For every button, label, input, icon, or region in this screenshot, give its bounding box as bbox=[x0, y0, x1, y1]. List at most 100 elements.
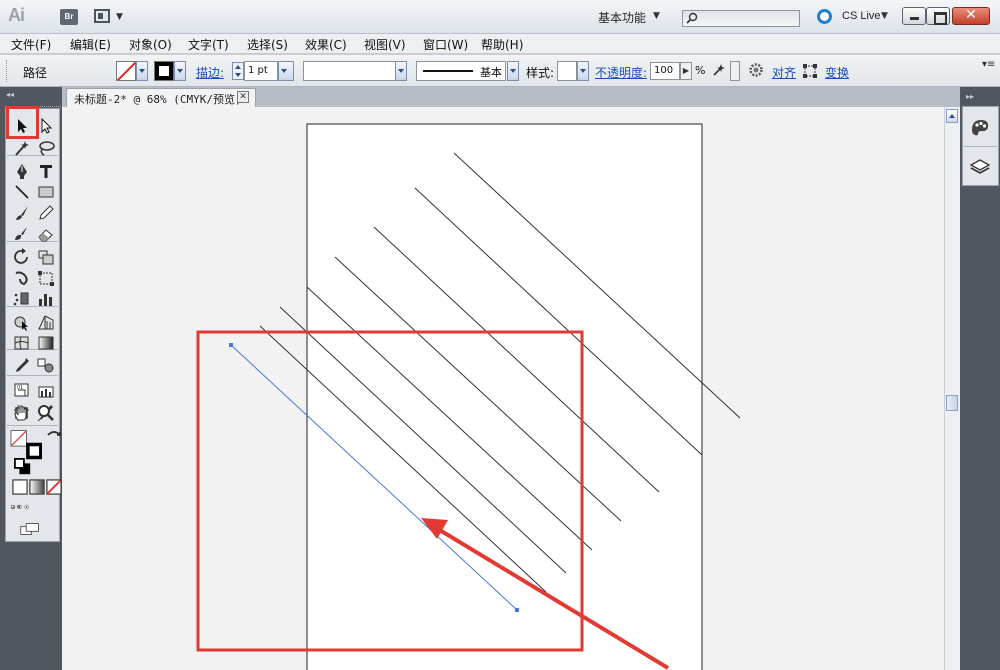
maximize-button[interactable] bbox=[926, 7, 950, 25]
variable-width-profile[interactable] bbox=[303, 61, 399, 81]
artwork[interactable] bbox=[62, 107, 944, 670]
transform-link[interactable]: 变换 bbox=[825, 64, 849, 81]
warp-tool[interactable] bbox=[12, 269, 32, 287]
close-icon[interactable]: ✕ bbox=[237, 91, 249, 103]
symbol-sprayer-icon bbox=[13, 292, 29, 306]
pencil-tool[interactable] bbox=[36, 204, 56, 222]
none-mode-button[interactable] bbox=[44, 478, 62, 495]
cs-live-icon[interactable] bbox=[817, 9, 832, 24]
recolor-dropdown[interactable] bbox=[730, 61, 740, 81]
rotate-tool[interactable] bbox=[12, 248, 32, 266]
menu-object[interactable]: 对象(O) bbox=[129, 36, 172, 53]
minimize-button[interactable] bbox=[902, 7, 926, 25]
fill-dropdown[interactable] bbox=[136, 61, 148, 81]
type-tool[interactable] bbox=[36, 162, 56, 180]
scroll-up-button[interactable] bbox=[946, 109, 958, 123]
chevron-down-icon[interactable]: ▼ bbox=[653, 11, 660, 21]
brush-dropdown[interactable] bbox=[507, 61, 519, 81]
arrange-documents-button[interactable]: ▼ bbox=[94, 8, 128, 26]
collapse-panel-icon[interactable]: ◂◂ bbox=[3, 90, 61, 100]
perspective-grid-tool[interactable] bbox=[36, 313, 56, 331]
menu-type[interactable]: 文字(T) bbox=[188, 36, 229, 53]
document-tab-title[interactable]: 未标题-2* @ 68% (CMYK/预览) bbox=[74, 91, 242, 107]
graphic-style-dropdown[interactable] bbox=[577, 61, 589, 81]
brushes-panel-icon[interactable] bbox=[969, 116, 991, 138]
menu-file[interactable]: 文件(F) bbox=[11, 36, 51, 53]
variable-width-dropdown[interactable] bbox=[395, 61, 407, 81]
vertical-scrollbar[interactable] bbox=[944, 107, 960, 670]
stroke-link[interactable]: 描边: bbox=[196, 64, 224, 81]
paintbrush-tool[interactable] bbox=[12, 204, 32, 222]
eraser-icon bbox=[38, 229, 53, 242]
panel-grip[interactable] bbox=[6, 60, 9, 82]
menu-edit[interactable]: 编辑(E) bbox=[70, 36, 111, 53]
gradient-mode-button[interactable] bbox=[27, 478, 45, 495]
opacity-field[interactable]: 100 bbox=[650, 62, 680, 80]
artboard[interactable] bbox=[306, 123, 703, 670]
pen-icon bbox=[17, 164, 27, 179]
search-input[interactable] bbox=[682, 10, 800, 27]
stroke-dropdown[interactable] bbox=[174, 61, 186, 81]
screen-mode-icon[interactable] bbox=[20, 520, 46, 536]
pen-tool[interactable] bbox=[12, 162, 32, 180]
swap-fill-stroke-icon[interactable] bbox=[44, 429, 61, 441]
eyedropper-tool[interactable] bbox=[12, 356, 32, 374]
eyedropper-icon bbox=[16, 358, 29, 372]
column-graph-tool[interactable] bbox=[36, 290, 56, 308]
blob-brush-tool[interactable] bbox=[12, 225, 32, 243]
mesh-tool[interactable] bbox=[12, 334, 32, 352]
align-link[interactable]: 对齐 bbox=[772, 64, 796, 81]
slice-tool[interactable]: 01 bbox=[12, 381, 32, 399]
mesh-icon bbox=[14, 336, 29, 350]
default-fill-stroke-icon[interactable] bbox=[13, 458, 31, 475]
layers-panel-icon[interactable] bbox=[969, 156, 991, 178]
scroll-thumb[interactable] bbox=[946, 395, 958, 411]
anchor-point[interactable] bbox=[229, 343, 233, 347]
collapse-panel-icon[interactable]: ▸▸ bbox=[966, 92, 974, 101]
panel-menu-icon[interactable]: ▾≡ bbox=[982, 59, 995, 70]
stroke-weight-stepper[interactable] bbox=[232, 62, 244, 80]
menu-select[interactable]: 选择(S) bbox=[247, 36, 288, 53]
gradient-tool[interactable] bbox=[36, 334, 56, 352]
free-transform-tool[interactable] bbox=[36, 269, 56, 287]
chevron-down-icon[interactable]: ▼ bbox=[881, 11, 888, 21]
zoom-icon bbox=[38, 405, 54, 421]
tool-group-divider bbox=[7, 425, 58, 426]
transform-icon[interactable] bbox=[802, 63, 818, 79]
line-segment-icon bbox=[15, 185, 29, 199]
eraser-tool[interactable] bbox=[36, 225, 56, 243]
graph-tool[interactable] bbox=[36, 381, 56, 399]
stroke-weight-field[interactable]: 1 pt bbox=[244, 61, 278, 81]
scale-tool[interactable] bbox=[36, 248, 56, 266]
canvas[interactable] bbox=[62, 107, 944, 670]
workspace-switcher[interactable]: 基本功能 bbox=[598, 9, 646, 26]
anchor-point[interactable] bbox=[515, 608, 519, 612]
bridge-button[interactable]: Br bbox=[60, 9, 78, 25]
shape-builder-tool[interactable] bbox=[12, 313, 32, 331]
gear-icon[interactable] bbox=[748, 62, 764, 78]
color-mode-button[interactable] bbox=[10, 478, 28, 495]
menu-window[interactable]: 窗口(W) bbox=[423, 36, 468, 53]
lasso-tool[interactable] bbox=[36, 139, 56, 157]
magic-wand-tool[interactable] bbox=[12, 139, 32, 157]
menu-help[interactable]: 帮助(H) bbox=[481, 36, 523, 53]
close-button[interactable]: ✕ bbox=[952, 7, 990, 25]
chevron-right-icon[interactable]: ▶ bbox=[680, 62, 692, 80]
line-segment-tool[interactable] bbox=[12, 183, 32, 201]
symbol-sprayer-tool[interactable] bbox=[12, 290, 32, 308]
drawing-mode-buttons[interactable] bbox=[10, 498, 58, 514]
stroke-color-swatch[interactable] bbox=[154, 61, 174, 81]
rectangle-tool[interactable] bbox=[36, 183, 56, 201]
blend-tool[interactable] bbox=[36, 356, 56, 374]
direct-selection-tool[interactable] bbox=[36, 117, 56, 135]
recolor-artwork-icon[interactable] bbox=[712, 63, 726, 77]
menu-view[interactable]: 视图(V) bbox=[364, 36, 406, 53]
menu-effect[interactable]: 效果(C) bbox=[305, 36, 347, 53]
graphic-style-swatch[interactable] bbox=[557, 61, 577, 81]
zoom-tool[interactable] bbox=[36, 404, 56, 422]
opacity-link[interactable]: 不透明度: bbox=[595, 64, 647, 81]
hand-tool[interactable] bbox=[12, 404, 32, 422]
stroke-weight-dropdown[interactable] bbox=[278, 61, 294, 81]
fill-color-swatch[interactable] bbox=[116, 61, 136, 81]
cs-live-label[interactable]: CS Live bbox=[842, 10, 881, 22]
